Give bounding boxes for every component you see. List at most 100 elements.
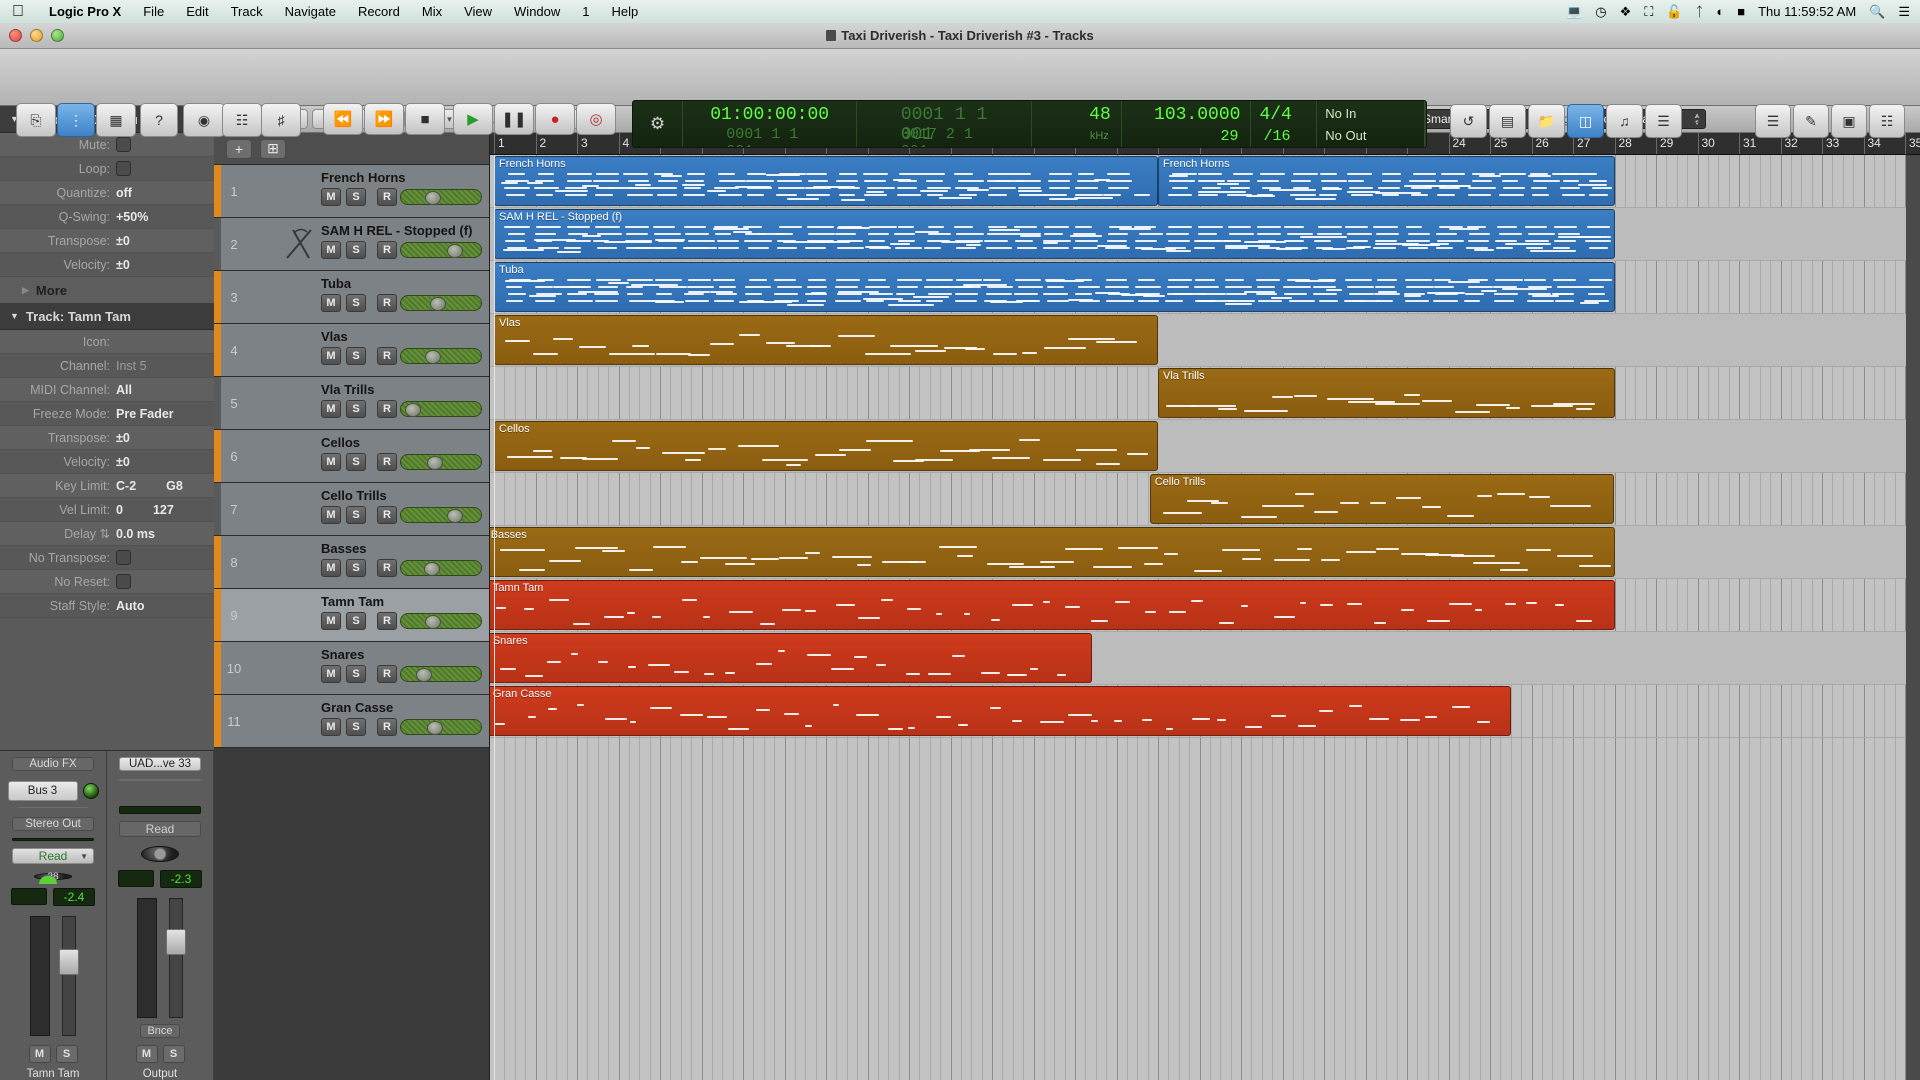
track-value-2[interactable]: All <box>116 383 132 397</box>
output-slot[interactable]: Stereo Out <box>12 817 94 831</box>
output-plugin-slot-empty[interactable] <box>119 779 201 781</box>
timemachine-icon[interactable]: ◷ <box>1595 4 1606 20</box>
region-value-5[interactable]: ±0 <box>116 258 130 272</box>
track-checkbox-9[interactable] <box>116 550 131 565</box>
track-value-7[interactable]: 0 <box>116 503 123 517</box>
output-plugin-slot[interactable]: UAD...ve 33 <box>119 757 201 771</box>
track-record-button[interactable]: R <box>377 559 397 577</box>
add-track-button[interactable]: + <box>226 139 252 159</box>
track-volume-knob[interactable] <box>424 562 440 576</box>
channel-strip-name[interactable]: Tamn Tam <box>27 1068 80 1080</box>
track-record-button[interactable]: R <box>377 294 397 312</box>
automation-mode-button[interactable]: Read ▼ <box>12 848 94 864</box>
track-color-strip[interactable] <box>214 218 221 270</box>
output-strip-name[interactable]: Output <box>143 1068 178 1080</box>
region-checkbox-1[interactable] <box>116 161 131 176</box>
browser-button[interactable]: 📁 <box>1528 104 1565 138</box>
track-volume-slider[interactable] <box>400 242 482 258</box>
track-solo-button[interactable]: S <box>346 612 366 630</box>
track-color-strip[interactable] <box>214 271 221 323</box>
region-2[interactable]: French Horns <box>1158 156 1615 206</box>
track-header-9[interactable]: 9 Tamn Tam M S R <box>214 589 489 642</box>
region-value-3[interactable]: +50% <box>116 210 148 224</box>
track-solo-button[interactable]: S <box>346 718 366 736</box>
lock-icon[interactable]: 🔓 <box>1666 4 1682 20</box>
notification-center-icon[interactable]: ☰ <box>1898 4 1910 20</box>
overflow-chevron-icon[interactable]: » <box>1692 111 1701 129</box>
region-12[interactable]: Gran Casse <box>490 686 1511 736</box>
region-value-2[interactable]: off <box>116 186 132 200</box>
mixer-button[interactable]: ☷ <box>222 103 262 137</box>
track-record-button[interactable]: R <box>377 453 397 471</box>
lcd-display[interactable]: ⚙ 01:00:00:00 0001 1 1 001 0001 1 1 001 … <box>632 100 1427 148</box>
record-repeat-button[interactable]: ◎ <box>576 103 616 135</box>
track-volume-knob[interactable] <box>425 350 441 364</box>
track-mute-button[interactable]: M <box>321 559 341 577</box>
airplay-icon[interactable]: ⛶ <box>1644 4 1653 20</box>
track-volume-slider[interactable] <box>400 189 482 205</box>
track-solo-button[interactable]: S <box>346 241 366 259</box>
menu-help[interactable]: Help <box>601 0 650 23</box>
track-mute-button[interactable]: M <box>321 718 341 736</box>
menu-track[interactable]: Track <box>220 0 274 23</box>
output-group-field[interactable] <box>119 806 201 814</box>
duplicate-track-button[interactable]: ⊞ <box>260 139 286 159</box>
track-color-strip[interactable] <box>214 430 221 482</box>
dropbox-icon[interactable]: ❖ <box>1620 4 1632 20</box>
output-mute-button[interactable]: M <box>136 1045 158 1063</box>
vertical-scrollbar[interactable] <box>1906 155 1920 1080</box>
track-mute-button[interactable]: M <box>321 453 341 471</box>
pan-knob[interactable]: 28 <box>34 873 72 880</box>
track-mute-button[interactable]: M <box>321 612 341 630</box>
track-name-6[interactable]: Cellos <box>321 435 360 450</box>
menu-logic-pro-x[interactable]: Logic Pro X <box>38 0 132 23</box>
track-record-button[interactable]: R <box>377 612 397 630</box>
track-header-10[interactable]: 10 Snares M S R <box>214 642 489 695</box>
lcd-samplerate-value[interactable]: 48 <box>1089 105 1111 125</box>
menu-clock[interactable]: Thu 11:59:52 AM <box>1758 4 1856 19</box>
track-solo-button[interactable]: S <box>346 347 366 365</box>
region-4[interactable]: Tuba <box>494 262 1615 312</box>
region-checkbox-0[interactable] <box>116 137 131 152</box>
track-header-5[interactable]: 5 Vla Trills M S R <box>214 377 489 430</box>
region-8[interactable]: Cello Trills <box>1150 474 1615 524</box>
region-3[interactable]: SAM H REL - Stopped (f) <box>494 209 1615 259</box>
menu-window[interactable]: Window <box>503 0 571 23</box>
track-record-button[interactable]: R <box>377 188 397 206</box>
pause-button[interactable]: ❚❚ <box>494 103 534 135</box>
mute-button[interactable]: M <box>29 1045 51 1063</box>
track-color-strip[interactable] <box>214 642 221 694</box>
inspector-button[interactable]: ⋮ <box>57 103 95 137</box>
apple-loops-button[interactable]: ♫ <box>1606 104 1643 138</box>
output-value-field[interactable] <box>118 870 154 887</box>
track-volume-slider[interactable] <box>400 348 482 364</box>
track-header-2[interactable]: 2 SAM H REL - Stopped (f) M S R <box>214 218 489 271</box>
track-volume-knob[interactable] <box>427 456 443 470</box>
output-volume-fader[interactable] <box>169 898 183 1018</box>
region-7[interactable]: Cellos <box>494 421 1158 471</box>
region-11[interactable]: Snares <box>490 633 1092 683</box>
notes-button[interactable]: ◫ <box>1567 104 1604 138</box>
menu-file[interactable]: File <box>132 0 175 23</box>
track-name-4[interactable]: Vlas <box>321 329 348 344</box>
lcd-tempo[interactable]: 103.0000 <box>1154 105 1240 125</box>
track-solo-button[interactable]: S <box>346 188 366 206</box>
track-mute-button[interactable]: M <box>321 665 341 683</box>
track-record-button[interactable]: R <box>377 718 397 736</box>
track-color-strip[interactable] <box>214 483 221 535</box>
track-header-8[interactable]: 8 Basses M S R <box>214 536 489 589</box>
track-name-11[interactable]: Gran Casse <box>321 700 393 715</box>
track-volume-slider[interactable] <box>400 613 482 629</box>
track-solo-button[interactable]: S <box>346 665 366 683</box>
track-name-10[interactable]: Snares <box>321 647 364 662</box>
track-color-strip[interactable] <box>214 165 221 217</box>
track-solo-button[interactable]: S <box>346 294 366 312</box>
region-value-4[interactable]: ±0 <box>116 234 130 248</box>
track-solo-button[interactable]: S <box>346 400 366 418</box>
smart-controls-button[interactable]: ◉ <box>183 103 225 137</box>
track-name-5[interactable]: Vla Trills <box>321 382 374 397</box>
track-header-11[interactable]: 11 Gran Casse M S R <box>214 695 489 748</box>
track-value-4[interactable]: ±0 <box>116 431 130 445</box>
track-volume-knob[interactable] <box>447 509 463 523</box>
track-value-6[interactable]: C-2 <box>116 479 136 493</box>
